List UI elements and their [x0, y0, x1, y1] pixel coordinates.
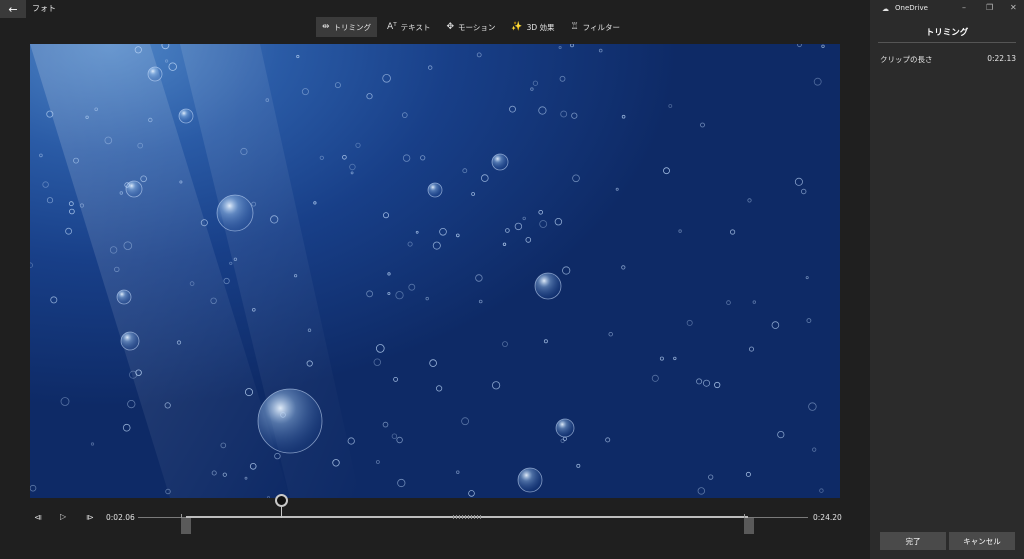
trim-range-grip[interactable]: [453, 515, 483, 519]
trim-icon: ⇹: [322, 22, 330, 32]
editor-toolbar: ⇹ トリミング Aᵀ テキスト ✥ モーション ✨ 3D 効果 ♖ フィルター: [316, 17, 626, 37]
minimize-icon[interactable]: –: [962, 3, 966, 12]
video-preview[interactable]: [30, 44, 840, 498]
title-bar: ← フォト: [0, 0, 870, 18]
restore-icon[interactable]: ❐: [986, 3, 993, 12]
current-time: 0:02.06: [106, 513, 135, 522]
playhead[interactable]: [275, 494, 288, 507]
previous-frame-icon[interactable]: ⧏: [34, 513, 42, 522]
cloud-icon: ☁: [882, 5, 889, 13]
end-time: 0:24.20: [813, 513, 842, 522]
back-button[interactable]: ←: [0, 0, 26, 18]
clip-length-label: クリップの長さ: [880, 55, 933, 64]
motion-icon: ✥: [446, 22, 454, 32]
trim-start-handle[interactable]: [181, 514, 191, 534]
panel-title: トリミング: [925, 28, 969, 38]
onedrive-label[interactable]: OneDrive: [895, 4, 928, 12]
trim-panel: ☁ OneDrive – ❐ ✕ トリミング クリップの長さ 0:22.13 完…: [870, 0, 1024, 559]
tab-label: フィルター: [582, 22, 620, 32]
tab-text[interactable]: Aᵀ テキスト: [381, 17, 436, 37]
tab-filters[interactable]: ♖ フィルター: [565, 17, 626, 37]
3d-effects-icon: ✨: [511, 22, 523, 32]
tab-label: 3D 効果: [526, 22, 555, 32]
close-icon[interactable]: ✕: [1010, 3, 1017, 12]
done-button[interactable]: 完了: [880, 532, 946, 550]
tab-3d-effects[interactable]: ✨ 3D 効果: [505, 17, 560, 37]
filter-icon: ♖: [570, 22, 579, 32]
cancel-button[interactable]: キャンセル: [949, 532, 1015, 550]
panel-title-bar: ☁ OneDrive – ❐ ✕: [870, 0, 1024, 18]
play-icon[interactable]: ▷: [60, 512, 66, 521]
underwater-bubbles-image: [30, 44, 825, 498]
tab-label: テキスト: [400, 22, 431, 32]
text-icon: Aᵀ: [387, 22, 397, 32]
clip-length-value: 0:22.13: [987, 54, 1016, 63]
tab-label: トリミング: [333, 22, 372, 32]
trim-end-handle[interactable]: [744, 514, 754, 534]
tab-motion[interactable]: ✥ モーション: [440, 17, 501, 37]
divider: [878, 42, 1016, 43]
tab-trim[interactable]: ⇹ トリミング: [316, 17, 378, 37]
app-title: フォト: [32, 4, 56, 13]
playhead-line: [281, 506, 282, 518]
next-frame-icon[interactable]: ⧐: [86, 513, 94, 522]
tab-label: モーション: [458, 22, 496, 32]
back-arrow-icon: ←: [8, 2, 18, 16]
